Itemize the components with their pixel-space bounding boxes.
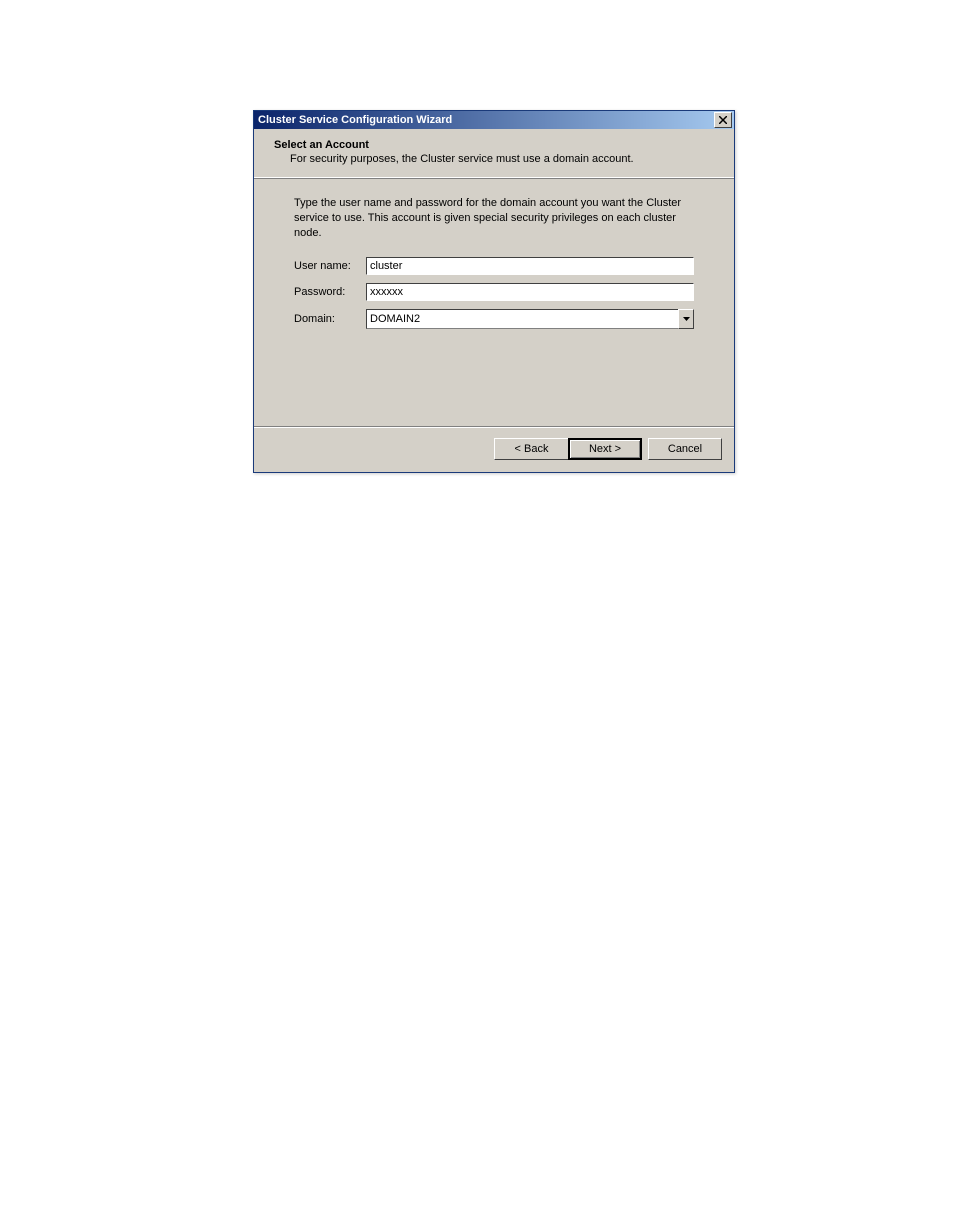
back-next-group: < Back Next >	[494, 438, 642, 460]
close-button[interactable]	[714, 112, 732, 128]
password-label: Password:	[294, 286, 366, 298]
chevron-down-icon	[683, 317, 690, 321]
password-row: Password:	[294, 283, 694, 301]
button-row: < Back Next > Cancel	[254, 428, 734, 472]
wizard-header: Select an Account For security purposes,…	[254, 129, 734, 178]
username-row: User name:	[294, 257, 694, 275]
password-input[interactable]	[366, 283, 694, 301]
close-icon	[719, 116, 727, 124]
page-description: For security purposes, the Cluster servi…	[290, 153, 718, 165]
cancel-button[interactable]: Cancel	[648, 438, 722, 460]
domain-dropdown-button[interactable]	[678, 309, 694, 329]
domain-label: Domain:	[294, 313, 366, 325]
domain-input[interactable]	[366, 309, 678, 329]
instruction-text: Type the user name and password for the …	[294, 196, 694, 241]
window-title: Cluster Service Configuration Wizard	[258, 114, 452, 126]
domain-row: Domain:	[294, 309, 694, 329]
titlebar: Cluster Service Configuration Wizard	[254, 111, 734, 129]
wizard-content: Type the user name and password for the …	[254, 178, 734, 426]
page-title: Select an Account	[274, 139, 718, 151]
next-button[interactable]: Next >	[568, 438, 642, 460]
wizard-dialog: Cluster Service Configuration Wizard Sel…	[253, 110, 735, 473]
username-label: User name:	[294, 260, 366, 272]
back-button[interactable]: < Back	[494, 438, 568, 460]
domain-combobox[interactable]	[366, 309, 694, 329]
username-input[interactable]	[366, 257, 694, 275]
